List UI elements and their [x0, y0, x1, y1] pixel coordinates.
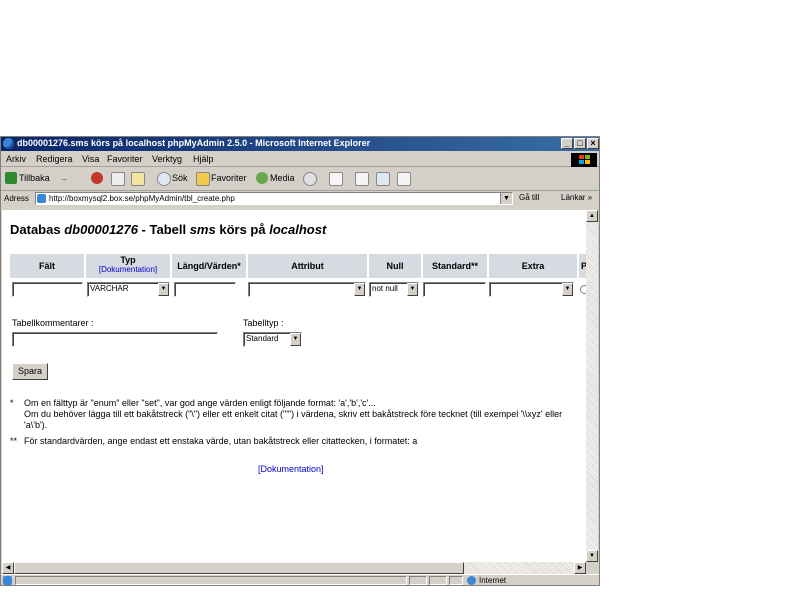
null-select[interactable]: not null ▼ — [369, 282, 419, 297]
toolbar: Tillbaka → Sök Favoriter Media — [1, 168, 599, 191]
status-cell-2 — [429, 576, 447, 585]
table-name: sms — [189, 222, 216, 237]
links-button[interactable]: Länkar » — [561, 193, 592, 202]
close-button[interactable]: × — [587, 138, 599, 149]
address-input[interactable]: http://boxmysql2.box.se/phpMyAdmin/tbl_c… — [35, 192, 513, 205]
menu-verktyg[interactable]: Verktyg — [152, 154, 182, 164]
footnote-enum-set: * Om en fälttyp är "enum" eller "set", v… — [10, 398, 563, 430]
status-bar: Internet — [1, 574, 599, 585]
null-select-value: not null — [372, 284, 398, 293]
scroll-up-icon[interactable]: ▲ — [586, 210, 598, 222]
favorites-icon[interactable] — [196, 172, 210, 186]
heading-mid2: körs på — [215, 222, 270, 237]
home-icon[interactable] — [131, 172, 145, 186]
host-name: localhost — [269, 222, 327, 237]
browser-window: db00001276.sms körs på localhost phpMyAd… — [0, 136, 600, 586]
extra-select[interactable]: ▼ — [489, 282, 574, 297]
mail-icon[interactable] — [329, 172, 343, 186]
column-header-extra: Extra — [489, 254, 577, 278]
chevron-down-icon[interactable]: ▼ — [354, 283, 365, 296]
footnote-default-value: ** För standardvärden, ange endast ett e… — [10, 436, 418, 446]
stop-icon[interactable] — [91, 172, 103, 184]
print-icon[interactable] — [355, 172, 369, 186]
footnote-line-2: Om du behöver lägga till ett bakåtstreck… — [24, 409, 563, 430]
column-header-field: Fält — [10, 254, 84, 278]
table-type-value: Standard — [246, 334, 279, 343]
horizontal-scroll-thumb[interactable] — [14, 562, 464, 574]
refresh-icon[interactable] — [111, 172, 125, 186]
favorites-button[interactable]: Favoriter — [211, 173, 247, 183]
menu-hjalp[interactable]: Hjälp — [193, 154, 214, 164]
maximize-button[interactable]: □ — [574, 138, 586, 149]
forward-button[interactable]: → — [59, 173, 68, 183]
menu-bar: Arkiv Redigera Visa Favoriter Verktyg Hj… — [1, 152, 599, 167]
search-button[interactable]: Sök — [172, 173, 188, 183]
chevron-down-icon[interactable]: ▼ — [407, 283, 418, 296]
table-type-select[interactable]: Standard ▼ — [243, 332, 302, 347]
menu-redigera[interactable]: Redigera — [36, 154, 73, 164]
chevron-down-icon[interactable]: ▼ — [290, 333, 301, 346]
database-name: db00001276 — [64, 222, 138, 237]
menu-arkiv[interactable]: Arkiv — [6, 154, 26, 164]
search-icon[interactable] — [157, 172, 171, 186]
table-type-label: Tabelltyp : — [243, 318, 284, 328]
page-title: Databas db00001276 - Tabell sms körs på … — [10, 222, 326, 237]
column-header-primary: P — [579, 254, 586, 278]
horizontal-scrollbar[interactable]: ◀ ▶ — [2, 562, 586, 574]
globe-icon — [467, 576, 476, 585]
heading-prefix: Databas — [10, 222, 65, 237]
save-button[interactable]: Spara — [12, 363, 48, 380]
heading-mid: - Tabell — [137, 222, 190, 237]
vertical-scrollbar[interactable]: ▲ ▼ — [586, 210, 598, 562]
status-text-cell — [15, 576, 407, 585]
table-comment-input[interactable] — [12, 332, 218, 347]
address-label: Adress — [4, 194, 29, 203]
scroll-left-icon[interactable]: ◀ — [2, 562, 14, 574]
scroll-down-icon[interactable]: ▼ — [586, 550, 598, 562]
word-icon[interactable] — [376, 172, 390, 186]
history-icon[interactable] — [303, 172, 317, 186]
windows-logo-icon — [571, 153, 597, 167]
status-cell-3 — [449, 576, 463, 585]
page-status-icon — [3, 576, 12, 585]
length-input[interactable] — [174, 282, 236, 297]
address-bar: Adress http://boxmysql2.box.se/phpMyAdmi… — [1, 191, 599, 207]
table-comment-label: Tabellkommentarer : — [12, 318, 94, 328]
type-select[interactable]: VARCHAR ▼ — [87, 282, 170, 297]
ie-icon — [3, 138, 14, 149]
column-header-length: Längd/Värden* — [172, 254, 246, 278]
media-button[interactable]: Media — [270, 173, 295, 183]
chevron-down-icon[interactable]: ▼ — [500, 193, 512, 204]
footnote-line-1: Om en fälttyp är "enum" eller "set", var… — [24, 398, 376, 408]
security-zone: Internet — [479, 576, 507, 585]
address-url: http://boxmysql2.box.se/phpMyAdmin/tbl_c… — [49, 194, 235, 203]
column-header-type: Typ [Dokumentation] — [86, 254, 170, 278]
back-button[interactable]: Tillbaka — [19, 173, 50, 183]
chevron-down-icon[interactable]: ▼ — [158, 283, 169, 296]
page-content: Databas db00001276 - Tabell sms körs på … — [2, 210, 586, 562]
type-doc-link[interactable]: [Dokumentation] — [86, 265, 170, 274]
default-input[interactable] — [423, 282, 486, 297]
menu-visa[interactable]: Visa — [82, 154, 99, 164]
chevron-down-icon[interactable]: ▼ — [562, 283, 573, 296]
field-name-input[interactable] — [12, 282, 83, 297]
discuss-icon[interactable] — [397, 172, 411, 186]
go-button[interactable]: Gå till — [519, 193, 539, 202]
page-icon — [37, 194, 46, 203]
status-cell-1 — [409, 576, 427, 585]
column-header-default: Standard** — [423, 254, 487, 278]
column-header-null: Null — [369, 254, 421, 278]
column-header-attributes: Attribut — [248, 254, 367, 278]
documentation-link[interactable]: [Dokumentation] — [258, 464, 324, 474]
scroll-right-icon[interactable]: ▶ — [574, 562, 586, 574]
back-arrow-icon[interactable] — [5, 172, 17, 184]
minimize-button[interactable]: _ — [561, 138, 573, 149]
menu-favoriter[interactable]: Favoriter — [107, 154, 143, 164]
type-select-value: VARCHAR — [90, 284, 129, 293]
title-bar[interactable]: db00001276.sms körs på localhost phpMyAd… — [1, 137, 599, 151]
attributes-select[interactable]: ▼ — [248, 282, 366, 297]
window-title: db00001276.sms körs på localhost phpMyAd… — [17, 138, 371, 148]
media-icon[interactable] — [256, 172, 268, 184]
